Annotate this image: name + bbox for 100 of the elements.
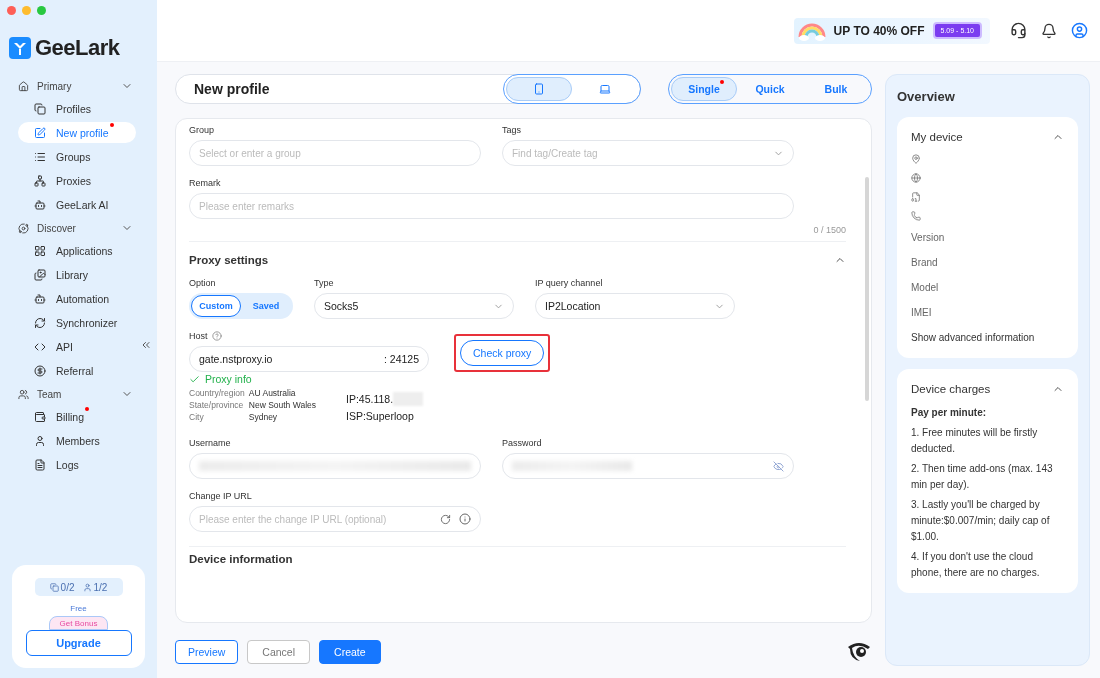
field-label: Option bbox=[189, 278, 217, 288]
plan-label: Free bbox=[70, 604, 87, 613]
action-button[interactable]: Preview bbox=[175, 640, 239, 664]
check-proxy-button[interactable]: Check proxy bbox=[460, 340, 545, 366]
logo-icon bbox=[9, 37, 31, 59]
sidebar-item[interactable]: Library bbox=[18, 264, 136, 285]
field-label: Remark bbox=[189, 178, 222, 188]
charges-text: 3. Lastly you'll be charged by minute:$0.007/min; daily cap of $1.00. bbox=[911, 498, 1051, 544]
sidebar-item[interactable]: Billing bbox=[18, 406, 136, 427]
device-icon bbox=[49, 582, 59, 592]
sidebar-item[interactable]: Automation bbox=[18, 288, 136, 309]
nav-icon bbox=[34, 364, 46, 377]
charges-heading: Pay per minute: bbox=[911, 406, 988, 420]
option-tab[interactable]: Saved bbox=[241, 295, 291, 317]
nav-icon bbox=[34, 434, 46, 447]
phone-icon bbox=[533, 83, 545, 95]
zoom-window-button[interactable] bbox=[37, 6, 46, 15]
field-label: Host bbox=[189, 331, 208, 341]
device-quota: 0/2 bbox=[60, 581, 75, 593]
nav-icon bbox=[34, 174, 46, 187]
support-icon[interactable] bbox=[1010, 22, 1027, 39]
info-label: State/province bbox=[189, 400, 245, 410]
logo-text: GeeLark bbox=[35, 35, 120, 61]
eye-logo-icon[interactable] bbox=[846, 641, 872, 663]
device-field: Brand bbox=[911, 255, 1064, 271]
nav-section-header[interactable]: Primary bbox=[0, 75, 157, 97]
action-button[interactable]: Cancel bbox=[247, 640, 311, 664]
device-field: Version bbox=[911, 230, 1064, 246]
info-label: Country/region bbox=[189, 388, 245, 398]
phone-icon bbox=[911, 211, 921, 221]
nav-icon bbox=[34, 102, 46, 115]
field-label: IP query channel bbox=[535, 278, 604, 288]
info-value: AU Australia bbox=[248, 388, 297, 398]
action-button[interactable]: Create bbox=[319, 640, 381, 664]
notification-icon[interactable] bbox=[1041, 22, 1057, 39]
charges-text: 4. If you don't use the cloud phone, there are no charges. bbox=[911, 550, 1041, 580]
section-title: Proxy settings bbox=[189, 254, 269, 266]
help-icon[interactable] bbox=[211, 331, 222, 341]
scrollbar[interactable] bbox=[865, 177, 869, 401]
sidebar-item[interactable]: API bbox=[18, 336, 136, 357]
sidebar-item[interactable]: GeeLark AI bbox=[18, 194, 136, 215]
sidebar-item[interactable]: Proxies bbox=[18, 170, 136, 191]
sidebar-item[interactable]: Referral bbox=[18, 360, 136, 381]
character-counter: 0 / 1500 bbox=[812, 225, 846, 235]
mode-tab[interactable]: Quick bbox=[737, 77, 803, 101]
close-window-button[interactable] bbox=[7, 6, 16, 15]
nav-icon bbox=[34, 150, 46, 163]
sidebar-item[interactable]: Members bbox=[18, 430, 136, 451]
option-tab[interactable]: Custom bbox=[191, 295, 241, 317]
nav-icon bbox=[34, 268, 46, 281]
hide-password-icon[interactable] bbox=[773, 460, 784, 472]
card-title: My device bbox=[911, 131, 963, 143]
laptop-icon bbox=[599, 83, 611, 95]
account-icon[interactable] bbox=[1071, 22, 1088, 39]
nav-icon bbox=[34, 410, 46, 423]
section-icon bbox=[18, 222, 29, 234]
location-icon bbox=[911, 154, 921, 164]
minimize-window-button[interactable] bbox=[22, 6, 31, 15]
device-field: IMEI bbox=[911, 305, 1064, 321]
sidebar-item[interactable]: Groups bbox=[18, 146, 136, 167]
sidebar-item[interactable]: Applications bbox=[18, 240, 136, 261]
card-title: Device charges bbox=[911, 383, 991, 395]
mode-tab[interactable]: Bulk bbox=[803, 77, 869, 101]
proxy-info-title: Proxy info bbox=[205, 373, 252, 385]
ip-text: IP:45.118. bbox=[346, 393, 394, 405]
field-label: Change IP URL bbox=[189, 491, 253, 501]
page-title: New profile bbox=[194, 81, 271, 97]
section-icon bbox=[18, 80, 29, 92]
field-label: Username bbox=[189, 438, 232, 448]
nav-section-header[interactable]: Discover bbox=[0, 217, 157, 239]
sidebar-item[interactable]: Logs bbox=[18, 454, 136, 475]
nav-icon bbox=[34, 198, 46, 211]
info-value: Sydney bbox=[248, 412, 279, 422]
refresh-icon[interactable] bbox=[440, 513, 451, 525]
info-icon[interactable] bbox=[459, 513, 471, 525]
globe-icon bbox=[911, 173, 921, 183]
info-value: New South Wales bbox=[248, 400, 316, 410]
nav-icon bbox=[34, 126, 46, 139]
charges-text: 1. Free minutes will be firstly deducted. bbox=[911, 426, 1039, 456]
field-label: Type bbox=[314, 278, 335, 288]
member-quota: 1/2 bbox=[93, 581, 108, 593]
sidebar-item[interactable]: Profiles bbox=[18, 98, 136, 119]
promo-text: UP TO 40% OFF bbox=[833, 23, 925, 38]
field-label: Tags bbox=[502, 125, 522, 135]
nav-icon bbox=[34, 244, 46, 257]
nav-section-header[interactable]: Team bbox=[0, 383, 157, 405]
upgrade-button[interactable]: Upgrade bbox=[25, 630, 132, 656]
advanced-info-link[interactable]: Show advanced information bbox=[911, 330, 1064, 346]
isp-text: ISP:Superloop bbox=[346, 410, 415, 422]
section-icon bbox=[18, 388, 29, 400]
collapse-sidebar-icon[interactable] bbox=[140, 339, 152, 351]
sidebar-item[interactable]: Synchronizer bbox=[18, 312, 136, 333]
device-tab[interactable] bbox=[506, 77, 572, 101]
member-icon bbox=[82, 582, 92, 592]
section-title: Device information bbox=[189, 553, 294, 565]
sim-card-icon bbox=[911, 192, 921, 202]
panel-title: Overview bbox=[897, 89, 956, 104]
info-label: City bbox=[189, 412, 205, 422]
device-field: Model bbox=[911, 280, 1064, 296]
sidebar-item[interactable]: New profile bbox=[18, 122, 136, 143]
